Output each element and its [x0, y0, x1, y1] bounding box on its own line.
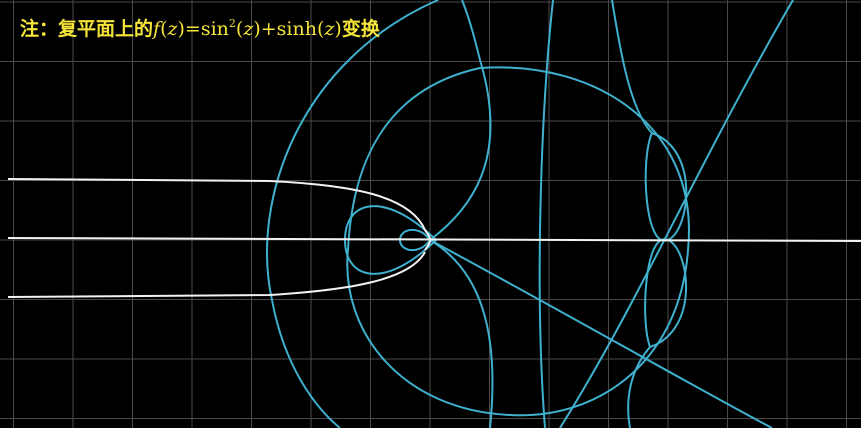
formula-close2: )+sinh( [253, 18, 325, 40]
caption-prefix: 注：复平面上的 [20, 18, 154, 40]
transform-canvas: 注：复平面上的f(z)=sin2(z)+sinh(z)变换 [0, 0, 861, 428]
complex-plane-diagram [0, 0, 861, 428]
diagonal-curve-falling [429, 239, 773, 428]
caption-suffix: 变换 [341, 18, 380, 40]
formula-close3: ) [334, 18, 342, 40]
formula-close1: )=sin [177, 18, 229, 40]
diagonal-curve-rising [559, 0, 794, 428]
caption-formula: f(z)=sin2(z)+sinh(z) [153, 17, 342, 40]
lower-horizontal-curve [7, 251, 426, 298]
formula-z1: z [167, 18, 178, 40]
large-loop-curve [346, 66, 690, 417]
right-upper-curve [611, 0, 653, 134]
formula-z2: z [243, 18, 254, 40]
caption: 注：复平面上的f(z)=sin2(z)+sinh(z)变换 [20, 14, 380, 41]
transformed-curves [266, 0, 794, 428]
coordinate-grid [0, 0, 861, 428]
formula-f: f [153, 18, 161, 40]
rising-curve-upper [429, 0, 492, 241]
formula-exponent: 2 [228, 17, 236, 30]
formula-z3: z [324, 18, 335, 40]
vertical-curve [538, 0, 554, 428]
